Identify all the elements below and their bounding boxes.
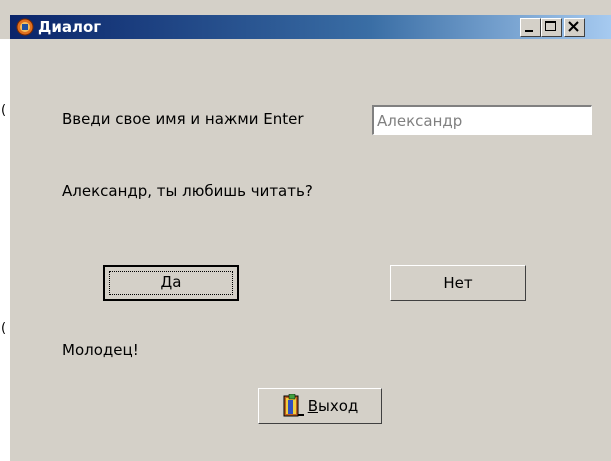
close-button[interactable] — [564, 18, 585, 37]
no-button[interactable]: Нет — [390, 265, 526, 301]
exit-label: Выход — [307, 397, 359, 415]
close-icon — [568, 21, 579, 32]
app-icon — [16, 18, 34, 36]
minimize-icon — [525, 30, 533, 32]
window-title: Диалог — [38, 18, 102, 36]
exit-door-icon — [283, 394, 304, 417]
question-label: Александр, ты любишь читать? — [62, 182, 313, 200]
maximize-icon — [545, 21, 556, 31]
focus-rectangle — [109, 271, 233, 295]
title-bar[interactable]: Диалог — [10, 15, 611, 39]
background-edge: ( ( — [0, 39, 10, 461]
no-label: Нет — [443, 274, 473, 292]
edge-glyph: ( — [1, 321, 7, 336]
prompt-label: Введи свое имя и нажми Enter — [62, 110, 304, 128]
yes-button[interactable]: Да — [103, 265, 239, 301]
name-input[interactable] — [372, 105, 592, 135]
edge-glyph: ( — [1, 103, 7, 118]
response-label: Молодец! — [62, 341, 139, 359]
exit-button[interactable]: Выход — [258, 388, 382, 424]
maximize-button[interactable] — [541, 18, 562, 37]
minimize-button[interactable] — [520, 18, 541, 37]
dialog-window: ( ( Диалог Введи свое имя и нажми Enter … — [0, 0, 611, 461]
